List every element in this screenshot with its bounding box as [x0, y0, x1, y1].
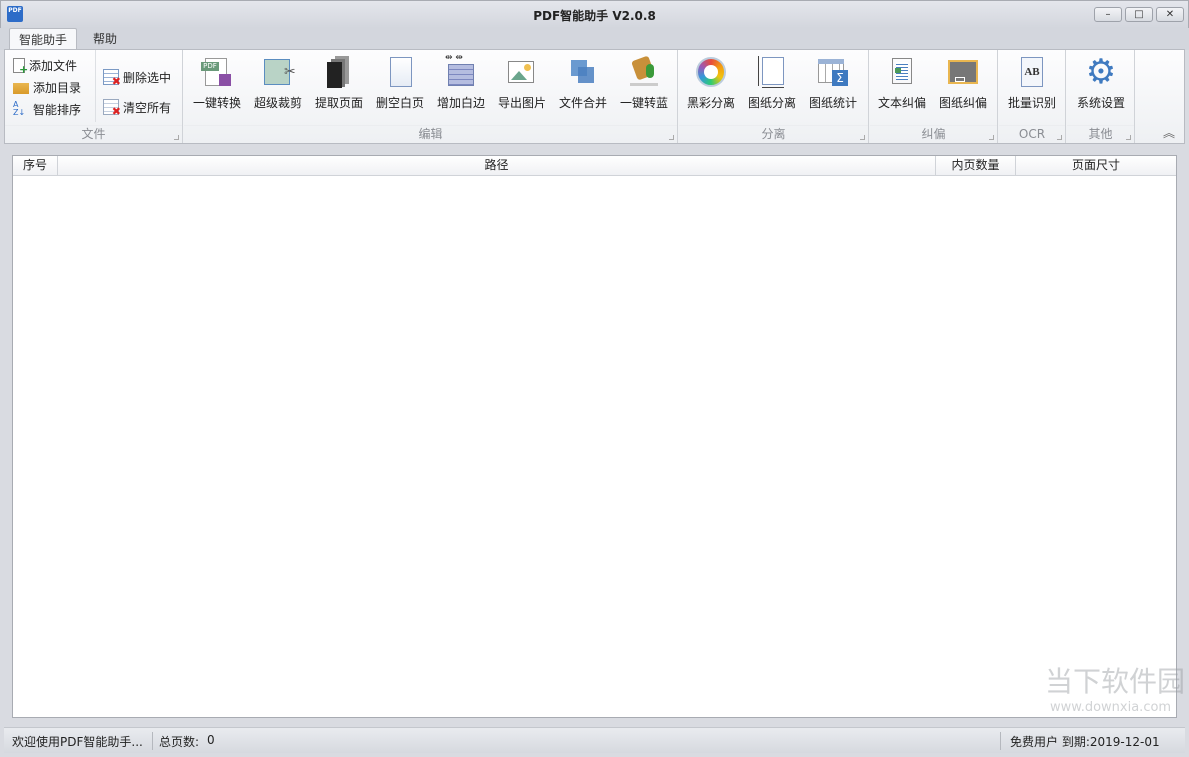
drawing-board-icon: [947, 56, 979, 88]
column-header-index[interactable]: 序号: [13, 156, 58, 176]
add-directory-button[interactable]: 添加目录: [13, 76, 81, 98]
status-welcome: 欢迎使用PDF智能助手...: [12, 735, 143, 749]
extract-pages-button[interactable]: 提取页面: [309, 54, 369, 114]
dialog-launcher-icon[interactable]: [174, 135, 179, 140]
group-file: + 添加文件 添加目录 A Z↓ 智能排序 ✖ 删除选中 ✖ 清空所有 文件: [5, 50, 183, 143]
close-button[interactable]: ✕: [1156, 7, 1184, 22]
tab-help[interactable]: 帮助: [84, 28, 126, 50]
button-label: 文件合并: [558, 96, 607, 110]
button-label: 黑彩分离: [686, 96, 735, 110]
add-file-label: 添加文件: [29, 58, 78, 73]
delete-blank-pages-button[interactable]: 删空白页: [370, 54, 430, 114]
group-edit: PDF 一键转换 ✂ 超级裁剪 提取页面 删空白页 ⇹ ⇹ 增加白边 导出图片 文件合…: [184, 50, 678, 143]
group-label-separate: 分离: [679, 125, 868, 141]
group-ocr: AB 批量识别 OCR: [999, 50, 1066, 143]
button-label: 导出图片: [497, 96, 546, 110]
button-label: 超级裁剪: [253, 96, 302, 110]
status-total-pages-label: 总页数:: [159, 735, 200, 749]
maximize-button[interactable]: □: [1125, 7, 1153, 22]
dialog-launcher-icon[interactable]: [1057, 135, 1062, 140]
drawing-deskew-button[interactable]: 图纸纠偏: [933, 54, 993, 114]
button-label: 一键转换: [192, 96, 241, 110]
dialog-launcher-icon[interactable]: [989, 135, 994, 140]
button-label: 图纸纠偏: [938, 96, 987, 110]
button-label: 文本纠偏: [877, 96, 926, 110]
folder-icon: [13, 83, 29, 94]
column-header-page-count[interactable]: 内页数量: [936, 156, 1016, 176]
drawing-statistics-button[interactable]: Σ 图纸统计: [803, 54, 863, 114]
text-document-icon: [886, 56, 918, 88]
batch-recognize-button[interactable]: AB 批量识别: [1002, 54, 1062, 114]
column-header-path[interactable]: 路径: [58, 156, 936, 176]
column-header-page-size[interactable]: 页面尺寸: [1016, 156, 1176, 176]
system-settings-button[interactable]: ⚙ 系统设置: [1071, 54, 1131, 114]
file-table[interactable]: 序号 路径 内页数量 页面尺寸: [12, 155, 1177, 718]
group-separate: 黑彩分离 图纸分离 Σ 图纸统计 分离: [679, 50, 869, 143]
status-total-pages: 0: [207, 733, 215, 747]
paint-bucket-icon: [628, 55, 660, 88]
dialog-launcher-icon[interactable]: [860, 135, 865, 140]
delete-selected-button[interactable]: ✖ 删除选中: [103, 62, 171, 92]
drawing-separate-button[interactable]: 图纸分离: [742, 54, 802, 114]
button-label: 增加白边: [436, 96, 485, 110]
export-images-button[interactable]: 导出图片: [492, 54, 552, 114]
black-color-separate-button[interactable]: 黑彩分离: [681, 54, 741, 114]
table-sum-icon: Σ: [817, 56, 849, 88]
smart-sort-label: 智能排序: [33, 102, 82, 117]
add-file-button[interactable]: + 添加文件: [13, 54, 81, 76]
group-label-ocr: OCR: [999, 125, 1065, 141]
button-label: 系统设置: [1076, 96, 1125, 110]
status-bar: 欢迎使用PDF智能助手... 总页数: 0 免费用户 到期:2019-12-01: [4, 727, 1185, 753]
add-directory-label: 添加目录: [33, 80, 82, 95]
image-icon: [506, 56, 538, 88]
delete-selected-label: 删除选中: [123, 70, 172, 85]
button-label: 一键转蓝: [619, 96, 668, 110]
clear-all-button[interactable]: ✖ 清空所有: [103, 92, 171, 122]
group-label-file: 文件: [5, 125, 182, 141]
pdf-save-icon: PDF: [201, 56, 233, 88]
button-label: 批量识别: [1007, 96, 1056, 110]
window-title: PDF智能助手 V2.0.8: [533, 9, 656, 23]
clear-all-label: 清空所有: [123, 100, 172, 115]
merge-files-button[interactable]: 文件合并: [553, 54, 613, 114]
button-label: 删空白页: [375, 96, 424, 110]
smart-sort-button[interactable]: A Z↓ 智能排序: [13, 98, 81, 120]
tab-smart-assistant[interactable]: 智能助手: [9, 28, 78, 50]
group-deskew: 文本纠偏 图纸纠偏 纠偏: [870, 50, 998, 143]
super-crop-button[interactable]: ✂ 超级裁剪: [248, 54, 308, 114]
collapse-ribbon-icon[interactable]: ︽: [1163, 124, 1175, 141]
button-label: 图纸分离: [747, 96, 796, 110]
group-other: ⚙ 系统设置 其他: [1067, 50, 1135, 143]
ribbon-tabs: 智能助手 帮助: [0, 28, 1189, 50]
color-palette-icon: [695, 56, 727, 88]
button-label: 提取页面: [314, 96, 363, 110]
dialog-launcher-icon[interactable]: [1126, 135, 1131, 140]
clear-grid-icon: ✖: [103, 99, 121, 118]
ribbon: + 添加文件 添加目录 A Z↓ 智能排序 ✖ 删除选中 ✖ 清空所有 文件 PDF 一键转…: [4, 49, 1185, 144]
add-margin-button[interactable]: ⇹ ⇹ 增加白边: [431, 53, 491, 114]
group-label-other: 其他: [1067, 125, 1134, 141]
minimize-button[interactable]: –: [1094, 7, 1122, 22]
status-user-expiry: 免费用户 到期:2019-12-01: [1010, 735, 1160, 749]
button-label: 图纸统计: [808, 96, 857, 110]
delete-grid-icon: ✖: [103, 69, 121, 88]
merge-squares-icon: [567, 56, 599, 88]
ocr-ab-icon: AB: [1016, 56, 1048, 88]
dialog-launcher-icon[interactable]: [669, 135, 674, 140]
group-label-deskew: 纠偏: [870, 125, 997, 141]
gear-icon: ⚙: [1085, 52, 1117, 92]
blank-page-icon: [384, 56, 416, 88]
one-click-convert-button[interactable]: PDF 一键转换: [187, 54, 247, 114]
page-stack-icon: [323, 56, 355, 88]
convert-to-blue-button[interactable]: 一键转蓝: [614, 54, 674, 114]
crop-scissors-icon: ✂: [262, 56, 296, 88]
add-margin-icon: ⇹ ⇹: [445, 53, 477, 88]
add-file-icon: +: [13, 57, 28, 75]
sort-az-icon: A Z↓: [13, 100, 26, 117]
title-bar: PDF PDF智能助手 V2.0.8 – □ ✕: [0, 0, 1189, 28]
group-label-edit: 编辑: [184, 125, 677, 141]
drawing-page-icon: [756, 56, 788, 88]
text-deskew-button[interactable]: 文本纠偏: [872, 54, 932, 114]
